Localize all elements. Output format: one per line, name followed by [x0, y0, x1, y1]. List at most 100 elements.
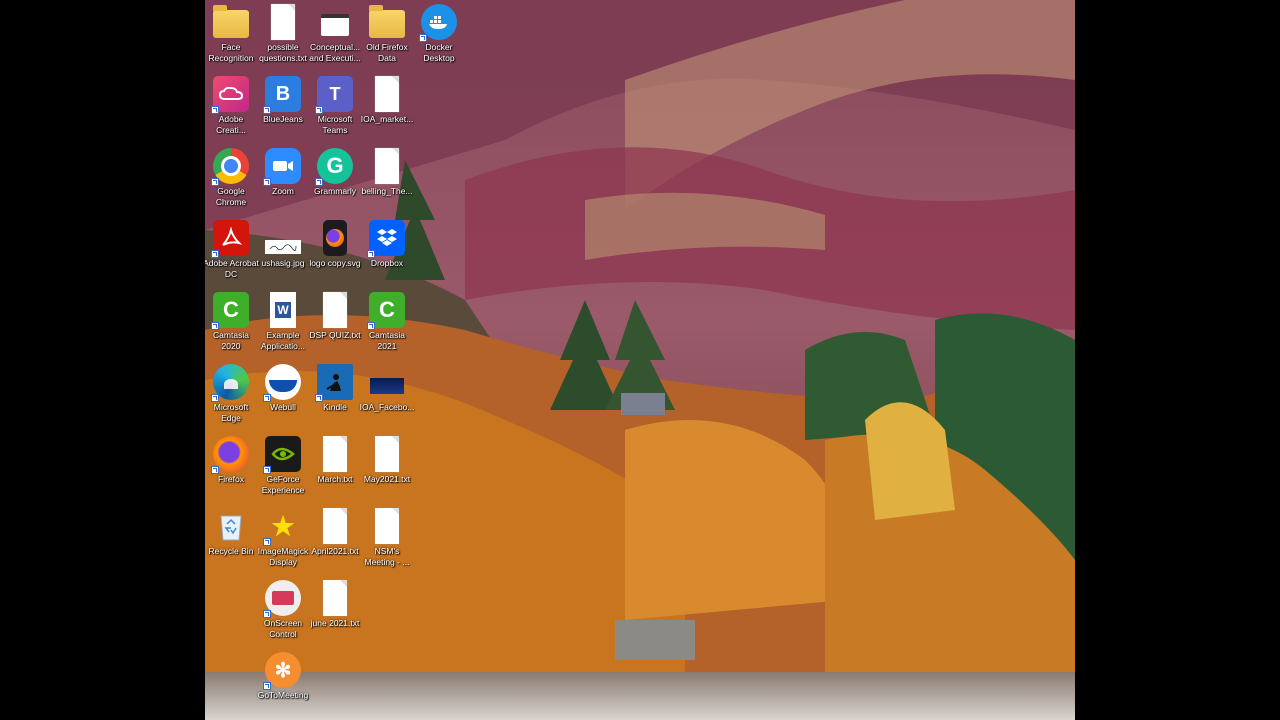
icon-label: NSM's Meeting - ... — [364, 546, 410, 567]
desktop-icon-gotomeeting[interactable]: ✻ GoToMeeting — [257, 650, 309, 720]
image-file-icon — [265, 240, 301, 254]
icon-label: GeForce Experience — [261, 474, 305, 495]
text-file-icon — [375, 76, 399, 112]
desktop-icon-microsoft-edge[interactable]: Microsoft Edge — [205, 362, 257, 432]
word-icon: W — [270, 292, 296, 328]
desktop-icon-recycle-bin[interactable]: Recycle Bin — [205, 506, 257, 576]
text-file-icon — [323, 292, 347, 328]
shortcut-arrow-icon — [263, 106, 271, 114]
shortcut-arrow-icon — [211, 322, 219, 330]
text-file-icon — [375, 508, 399, 544]
desktop-icon-face-recognition[interactable]: Face Recognition — [205, 2, 257, 72]
desktop-icon-belling[interactable]: belling_The... — [361, 146, 413, 216]
desktop-icon-imagemagick-display[interactable]: ★ ImageMagick Display — [257, 506, 309, 576]
desktop-icon-webull[interactable]: Webull — [257, 362, 309, 432]
desktop-icon-adobe-acrobat[interactable]: Adobe Acrobat DC — [205, 218, 259, 288]
desktop-icon-example-application[interactable]: W Example Applicatio... — [257, 290, 309, 360]
icon-label: Zoom — [272, 186, 294, 196]
icon-label: Grammarly — [313, 186, 357, 196]
desktop-icon-ioa-market[interactable]: IOA_market... — [361, 74, 413, 144]
shortcut-arrow-icon — [263, 394, 271, 402]
icon-label: GoToMeeting — [257, 690, 309, 700]
desktop-icon-dropbox[interactable]: Dropbox — [361, 218, 413, 288]
desktop-icon-nsm-meeting[interactable]: NSM's Meeting - ... — [361, 506, 413, 576]
desktop-icon-microsoft-teams[interactable]: T Microsoft Teams — [309, 74, 361, 144]
desktop-icon-firefox[interactable]: Firefox — [205, 434, 257, 504]
shortcut-arrow-icon — [419, 34, 427, 42]
desktop-icon-ushasig[interactable]: ushasig.jpg — [257, 218, 309, 288]
icon-label: Dropbox — [370, 258, 404, 268]
icon-label: BlueJeans — [263, 114, 303, 124]
icon-label: Adobe Acrobat DC — [205, 258, 259, 279]
shortcut-arrow-icon — [367, 322, 375, 330]
desktop-icon-camtasia-2020[interactable]: C Camtasia 2020 — [205, 290, 257, 360]
icon-label: April2021.txt — [311, 546, 359, 556]
icon-label: Microsoft Teams — [317, 114, 353, 135]
desktop-icon-kindle[interactable]: Kindle — [309, 362, 361, 432]
icon-label: Microsoft Edge — [213, 402, 249, 423]
desktop-icon-april2021[interactable]: April2021.txt — [309, 506, 361, 576]
document-icon — [321, 14, 349, 36]
desktop-icon-may2021[interactable]: May2021.txt — [361, 434, 413, 504]
image-file-icon — [370, 378, 404, 394]
icon-label: DSP QUIZ.txt — [309, 330, 361, 340]
shortcut-arrow-icon — [315, 394, 323, 402]
icon-label: March.txt — [317, 474, 353, 484]
icon-label: ImageMagick Display — [257, 546, 309, 567]
folder-icon — [369, 5, 405, 38]
recycle-bin-icon — [213, 508, 249, 544]
icon-label: OnScreen Control — [263, 618, 303, 639]
icon-label: May2021.txt — [363, 474, 411, 484]
desktop-icon-zoom[interactable]: Zoom — [257, 146, 309, 216]
shortcut-arrow-icon — [315, 178, 323, 186]
icon-label: belling_The... — [361, 186, 413, 196]
icon-label: Example Applicatio... — [261, 330, 305, 351]
icon-label: Docker Desktop — [423, 42, 455, 63]
icon-label: Webull — [270, 402, 296, 412]
icon-label: possible questions.txt — [259, 42, 307, 63]
icon-label: Recycle Bin — [208, 546, 254, 556]
desktop-icon-onscreen-control[interactable]: OnScreen Control — [257, 578, 309, 648]
text-file-icon — [323, 436, 347, 472]
shortcut-arrow-icon — [211, 106, 219, 114]
icon-label: ushasig.jpg — [261, 258, 305, 268]
icon-label: Adobe Creati... — [216, 114, 246, 135]
desktop-icon-dsp-quiz[interactable]: DSP QUIZ.txt — [309, 290, 361, 360]
shortcut-arrow-icon — [263, 178, 271, 186]
icon-label: Camtasia 2020 — [213, 330, 249, 351]
desktop-icon-grid: Face Recognition possible questions.txt … — [205, 0, 1075, 720]
desktop-icon-old-firefox-data[interactable]: Old Firefox Data — [361, 2, 413, 72]
text-file-icon — [323, 508, 347, 544]
desktop-icon-possible-questions[interactable]: possible questions.txt — [257, 2, 309, 72]
desktop-screen: Face Recognition possible questions.txt … — [205, 0, 1075, 720]
desktop-icon-google-chrome[interactable]: Google Chrome — [205, 146, 257, 216]
text-file-icon — [375, 436, 399, 472]
desktop-icon-camtasia-2021[interactable]: C Camtasia 2021 — [361, 290, 413, 360]
text-file-icon — [375, 148, 399, 184]
icon-label: Face Recognition — [208, 42, 254, 63]
desktop-icon-march[interactable]: March.txt — [309, 434, 361, 504]
icon-label: june 2021.txt — [310, 618, 360, 628]
icon-label: logo copy.svg — [309, 258, 361, 268]
shortcut-arrow-icon — [315, 106, 323, 114]
desktop-icon-geforce-experience[interactable]: GeForce Experience — [257, 434, 309, 504]
desktop-icon-grammarly[interactable]: G Grammarly — [309, 146, 361, 216]
desktop-icon-docker-desktop[interactable]: Docker Desktop — [413, 2, 465, 72]
firefox-icon — [323, 220, 347, 256]
desktop-icon-ioa-facebook[interactable]: IOA_Facebo... — [359, 362, 415, 432]
icon-label: Kindle — [323, 402, 347, 412]
desktop-icon-conceptual[interactable]: Conceptual... and Executi... — [309, 2, 361, 72]
desktop-icon-bluejeans[interactable]: B BlueJeans — [257, 74, 309, 144]
icon-label: Google Chrome — [215, 186, 247, 207]
desktop-icon-logo-copy-svg[interactable]: logo copy.svg — [309, 218, 361, 288]
text-file-icon — [323, 580, 347, 616]
icon-label: Firefox — [218, 474, 244, 484]
shortcut-arrow-icon — [263, 610, 271, 618]
desktop-icon-june2021[interactable]: june 2021.txt — [309, 578, 361, 648]
icon-label: Camtasia 2021 — [369, 330, 405, 351]
shortcut-arrow-icon — [211, 394, 219, 402]
shortcut-arrow-icon — [263, 682, 271, 690]
shortcut-arrow-icon — [211, 250, 219, 258]
icon-label: IOA_Facebo... — [359, 402, 415, 412]
desktop-icon-adobe-creative-cloud[interactable]: Adobe Creati... — [205, 74, 257, 144]
